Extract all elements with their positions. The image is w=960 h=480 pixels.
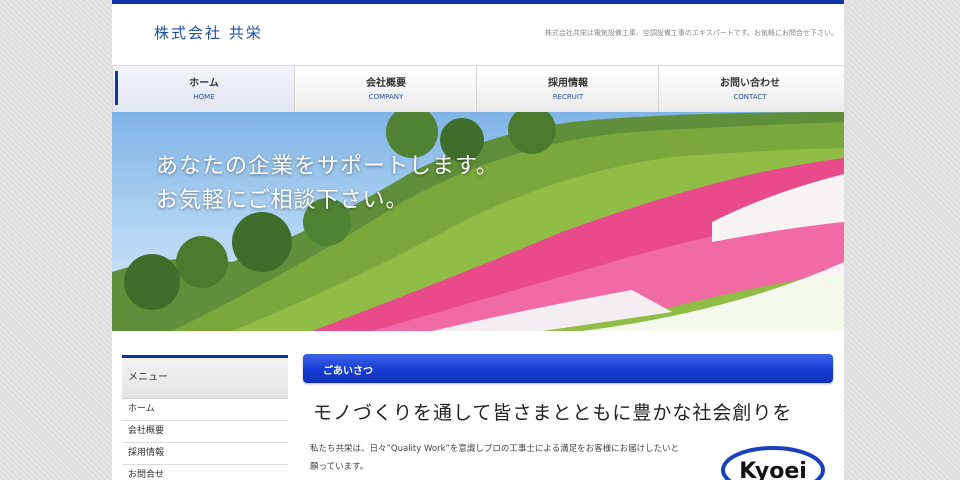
body-line-1: 私たち共栄は、日々”Quality Work”を意識しプロの工事士による満足をお… xyxy=(310,444,680,454)
nav-sublabel: CONTACT xyxy=(733,93,767,101)
kyoei-logo: Kyoei xyxy=(721,446,825,480)
hero-image xyxy=(112,112,844,331)
main-heading: モノづくりを通して皆さまとともに豊かな社会創りを xyxy=(313,402,793,424)
nav-sublabel: HOME xyxy=(193,93,215,101)
sidebar-item-company[interactable]: 会社概要 xyxy=(122,421,288,443)
nav-label: 会社概要 xyxy=(366,78,406,89)
section-title: ごあいさつ xyxy=(323,366,373,377)
body-line-2: 願っています。 xyxy=(310,462,369,472)
sidebar-item-recruit[interactable]: 採用情報 xyxy=(122,443,288,465)
kyoei-logo-text: Kyoei xyxy=(739,459,807,480)
nav-item-company[interactable]: 会社概要 COMPANY xyxy=(294,66,477,112)
sidebar-item-contact[interactable]: お問合せ xyxy=(122,465,288,480)
nav-item-contact[interactable]: お問い合わせ CONTACT xyxy=(658,66,841,112)
nav-item-home[interactable]: ホーム HOME xyxy=(112,66,295,112)
sidebar-title: メニュー xyxy=(122,355,288,399)
greeting-body: 私たち共栄は、日々”Quality Work”を意識しプロの工事士による満足をお… xyxy=(310,440,710,476)
sidebar-item-home[interactable]: ホーム xyxy=(122,399,288,421)
nav-item-recruit[interactable]: 採用情報 RECRUIT xyxy=(476,66,659,112)
nav-label: 採用情報 xyxy=(548,78,588,89)
page-container: 株式会社 共栄 株式会社共栄は電気設備工事、空調設備工事のエキスパートです。お気… xyxy=(112,0,844,480)
greeting-section-header: ごあいさつ xyxy=(303,354,833,383)
nav-label: ホーム xyxy=(189,78,219,89)
hero-copy: あなたの企業をサポートします。 お気軽にご相談下さい。 xyxy=(156,150,499,218)
header-tagline: 株式会社共栄は電気設備工事、空調設備工事のエキスパートです。お気軽にお問合せ下さ… xyxy=(544,29,838,37)
global-nav: ホーム HOME 会社概要 COMPANY 採用情報 RECRUIT お問い合わ… xyxy=(112,65,844,113)
top-accent-bar xyxy=(112,0,844,4)
hero-line-1: あなたの企業をサポートします。 xyxy=(156,154,499,179)
nav-label: お問い合わせ xyxy=(720,78,780,89)
site-logo[interactable]: 株式会社 共栄 xyxy=(154,22,263,43)
hero-line-2: お気軽にご相談下さい。 xyxy=(156,188,409,213)
sidebar-menu: メニュー ホーム 会社概要 採用情報 お問合せ xyxy=(122,355,288,480)
nav-sublabel: RECRUIT xyxy=(552,93,584,101)
hero-banner: あなたの企業をサポートします。 お気軽にご相談下さい。 xyxy=(112,112,844,331)
nav-sublabel: COMPANY xyxy=(368,93,404,101)
